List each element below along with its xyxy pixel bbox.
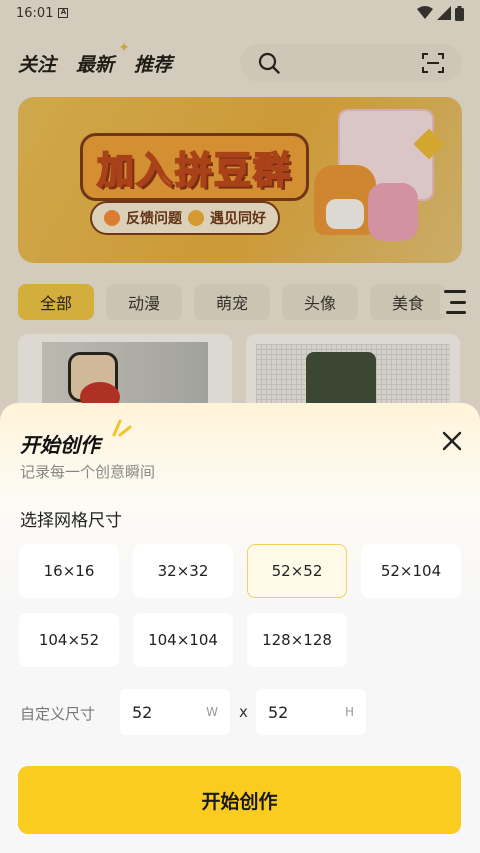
width-input[interactable]: 52 W <box>120 689 230 735</box>
create-sheet: 开始创作 记录每一个创意瞬间 选择网格尺寸 16×16 32×32 52×52 … <box>0 403 480 853</box>
size-option-128x128[interactable]: 128×128 <box>247 613 347 667</box>
sheet-subtitle: 记录每一个创意瞬间 <box>20 463 156 481</box>
size-option-52x104[interactable]: 52×104 <box>361 544 461 598</box>
size-option-52x52[interactable]: 52×52 <box>247 544 347 598</box>
close-icon[interactable] <box>440 429 464 453</box>
height-unit: H <box>344 705 354 719</box>
width-unit: W <box>206 705 218 719</box>
sparkle-icon <box>112 419 132 437</box>
height-value: 52 <box>268 702 289 722</box>
size-option-104x52[interactable]: 104×52 <box>19 613 119 667</box>
grid-size-label: 选择网格尺寸 <box>20 511 122 531</box>
size-option-104x104[interactable]: 104×104 <box>133 613 233 667</box>
times-sign: x <box>239 703 248 721</box>
sheet-title: 开始创作 <box>20 433 100 457</box>
size-option-16x16[interactable]: 16×16 <box>19 544 119 598</box>
start-create-button[interactable]: 开始创作 <box>18 766 461 834</box>
width-value: 52 <box>132 702 153 722</box>
height-input[interactable]: 52 H <box>256 689 366 735</box>
custom-size-label: 自定义尺寸 <box>20 705 96 723</box>
size-option-32x32[interactable]: 32×32 <box>133 544 233 598</box>
